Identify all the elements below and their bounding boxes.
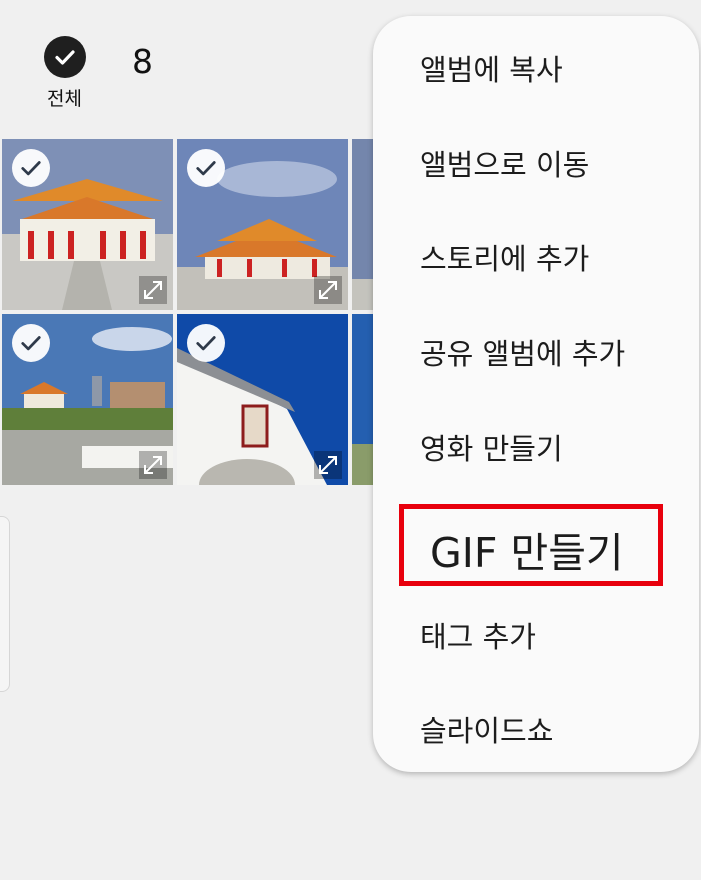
menu-item-create-movie[interactable]: 영화 만들기 bbox=[420, 426, 563, 468]
photo-thumbnail[interactable] bbox=[2, 314, 173, 485]
selected-check-icon bbox=[12, 324, 50, 362]
expand-icon[interactable] bbox=[139, 451, 167, 479]
selected-check-icon bbox=[187, 149, 225, 187]
selected-count: 8 bbox=[132, 42, 153, 81]
photo-thumbnail[interactable] bbox=[2, 139, 173, 310]
select-all-label: 전체 bbox=[47, 88, 82, 110]
menu-item-add-to-story[interactable]: 스토리에 추가 bbox=[420, 236, 589, 278]
menu-item-slideshow[interactable]: 슬라이드쇼 bbox=[420, 708, 553, 750]
menu-item-copy-to-album[interactable]: 앨범에 복사 bbox=[420, 47, 563, 89]
expand-icon[interactable] bbox=[314, 276, 342, 304]
selected-check-icon bbox=[12, 149, 50, 187]
context-menu: 앨범에 복사 앨범으로 이동 스토리에 추가 공유 앨범에 추가 영화 만들기 … bbox=[373, 16, 699, 772]
photo-thumbnail[interactable] bbox=[177, 139, 348, 310]
menu-item-add-to-shared-album[interactable]: 공유 앨범에 추가 bbox=[420, 331, 625, 373]
selected-check-icon bbox=[187, 324, 225, 362]
menu-item-add-tag[interactable]: 태그 추가 bbox=[420, 614, 536, 656]
expand-icon[interactable] bbox=[139, 276, 167, 304]
expand-icon[interactable] bbox=[314, 451, 342, 479]
menu-item-create-gif[interactable]: GIF 만들기 bbox=[430, 519, 624, 579]
check-icon bbox=[44, 36, 86, 78]
side-panel-edge bbox=[0, 516, 10, 692]
photo-thumbnail[interactable] bbox=[177, 314, 348, 485]
menu-item-move-to-album[interactable]: 앨범으로 이동 bbox=[420, 142, 589, 184]
select-all-toggle[interactable] bbox=[44, 36, 88, 78]
